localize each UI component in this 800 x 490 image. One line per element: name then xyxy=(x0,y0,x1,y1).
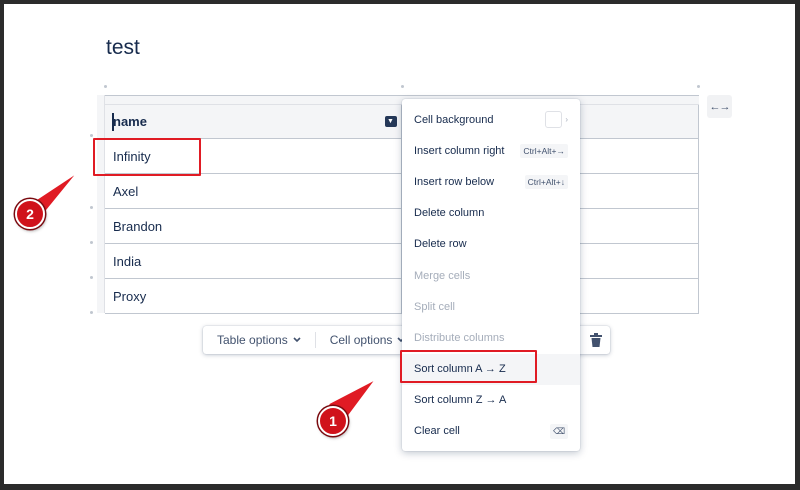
annotation-callout-1: 1 xyxy=(318,406,348,436)
annotation-arrows xyxy=(20,171,377,424)
annotation-callout-2: 2 xyxy=(15,199,45,229)
editor-canvas: test ←→ name ▼ Infinity Axel Brandon Ind… xyxy=(4,4,795,484)
